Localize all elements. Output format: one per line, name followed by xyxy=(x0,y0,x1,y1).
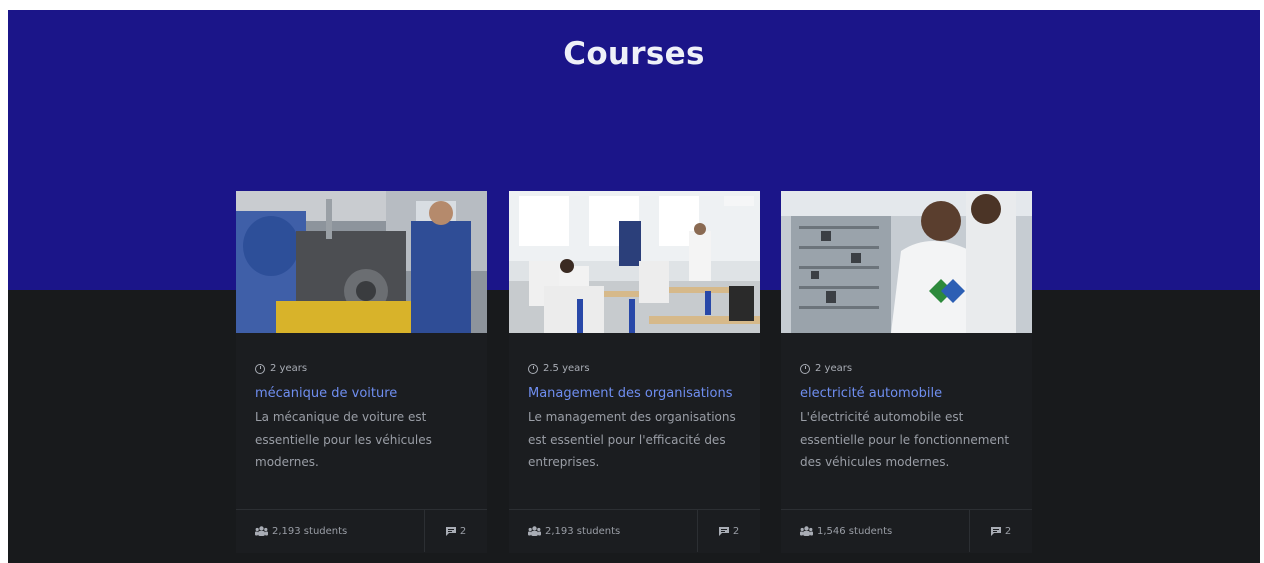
comment-icon xyxy=(718,526,729,536)
student-count: 2,193 students xyxy=(545,525,621,537)
comments-link[interactable]: 2 xyxy=(424,510,487,552)
course-duration: 2 years xyxy=(815,363,853,374)
course-image-electricite[interactable] xyxy=(781,191,1032,333)
comments-link[interactable]: 2 xyxy=(697,510,760,552)
clock-icon xyxy=(800,363,810,374)
comment-icon xyxy=(445,526,456,536)
course-description: La mécanique de voiture est essentielle … xyxy=(255,410,432,469)
course-duration: 2 years xyxy=(270,363,308,374)
course-footer: 1,546 students 2 xyxy=(781,509,1032,552)
clock-icon xyxy=(528,363,538,374)
course-card: 2.5 years Management des organisations L… xyxy=(509,191,760,553)
course-card: 2 years electricité automobile L'électri… xyxy=(781,191,1032,553)
comments-link[interactable]: 2 xyxy=(969,510,1032,552)
course-duration: 2.5 years xyxy=(543,363,590,374)
users-icon xyxy=(255,526,268,536)
course-description: Le management des organisations est esse… xyxy=(528,410,736,469)
course-card: 2 years mécanique de voiture La mécaniqu… xyxy=(236,191,487,553)
users-icon xyxy=(528,526,541,536)
clock-icon xyxy=(255,363,265,374)
course-footer: 2,193 students 2 xyxy=(509,509,760,552)
course-footer: 2,193 students 2 xyxy=(236,509,487,552)
course-image-mecanique[interactable] xyxy=(236,191,487,333)
course-image-management[interactable] xyxy=(509,191,760,333)
users-icon xyxy=(800,526,813,536)
course-title-link[interactable]: mécanique de voiture xyxy=(255,386,475,401)
student-count: 2,193 students xyxy=(272,525,348,537)
page-title: Courses xyxy=(563,36,705,72)
comment-count: 2 xyxy=(732,525,740,537)
comment-icon xyxy=(990,526,1001,536)
comment-count: 2 xyxy=(1004,525,1012,537)
comment-count: 2 xyxy=(459,525,467,537)
page: Courses 2 years mécanique de voiture La … xyxy=(8,10,1260,563)
student-count: 1,546 students xyxy=(817,525,893,537)
course-description: L'électricité automobile est essentielle… xyxy=(800,410,1010,469)
course-title-link[interactable]: electricité automobile xyxy=(800,386,1020,401)
course-title-link[interactable]: Management des organisations xyxy=(528,386,748,401)
